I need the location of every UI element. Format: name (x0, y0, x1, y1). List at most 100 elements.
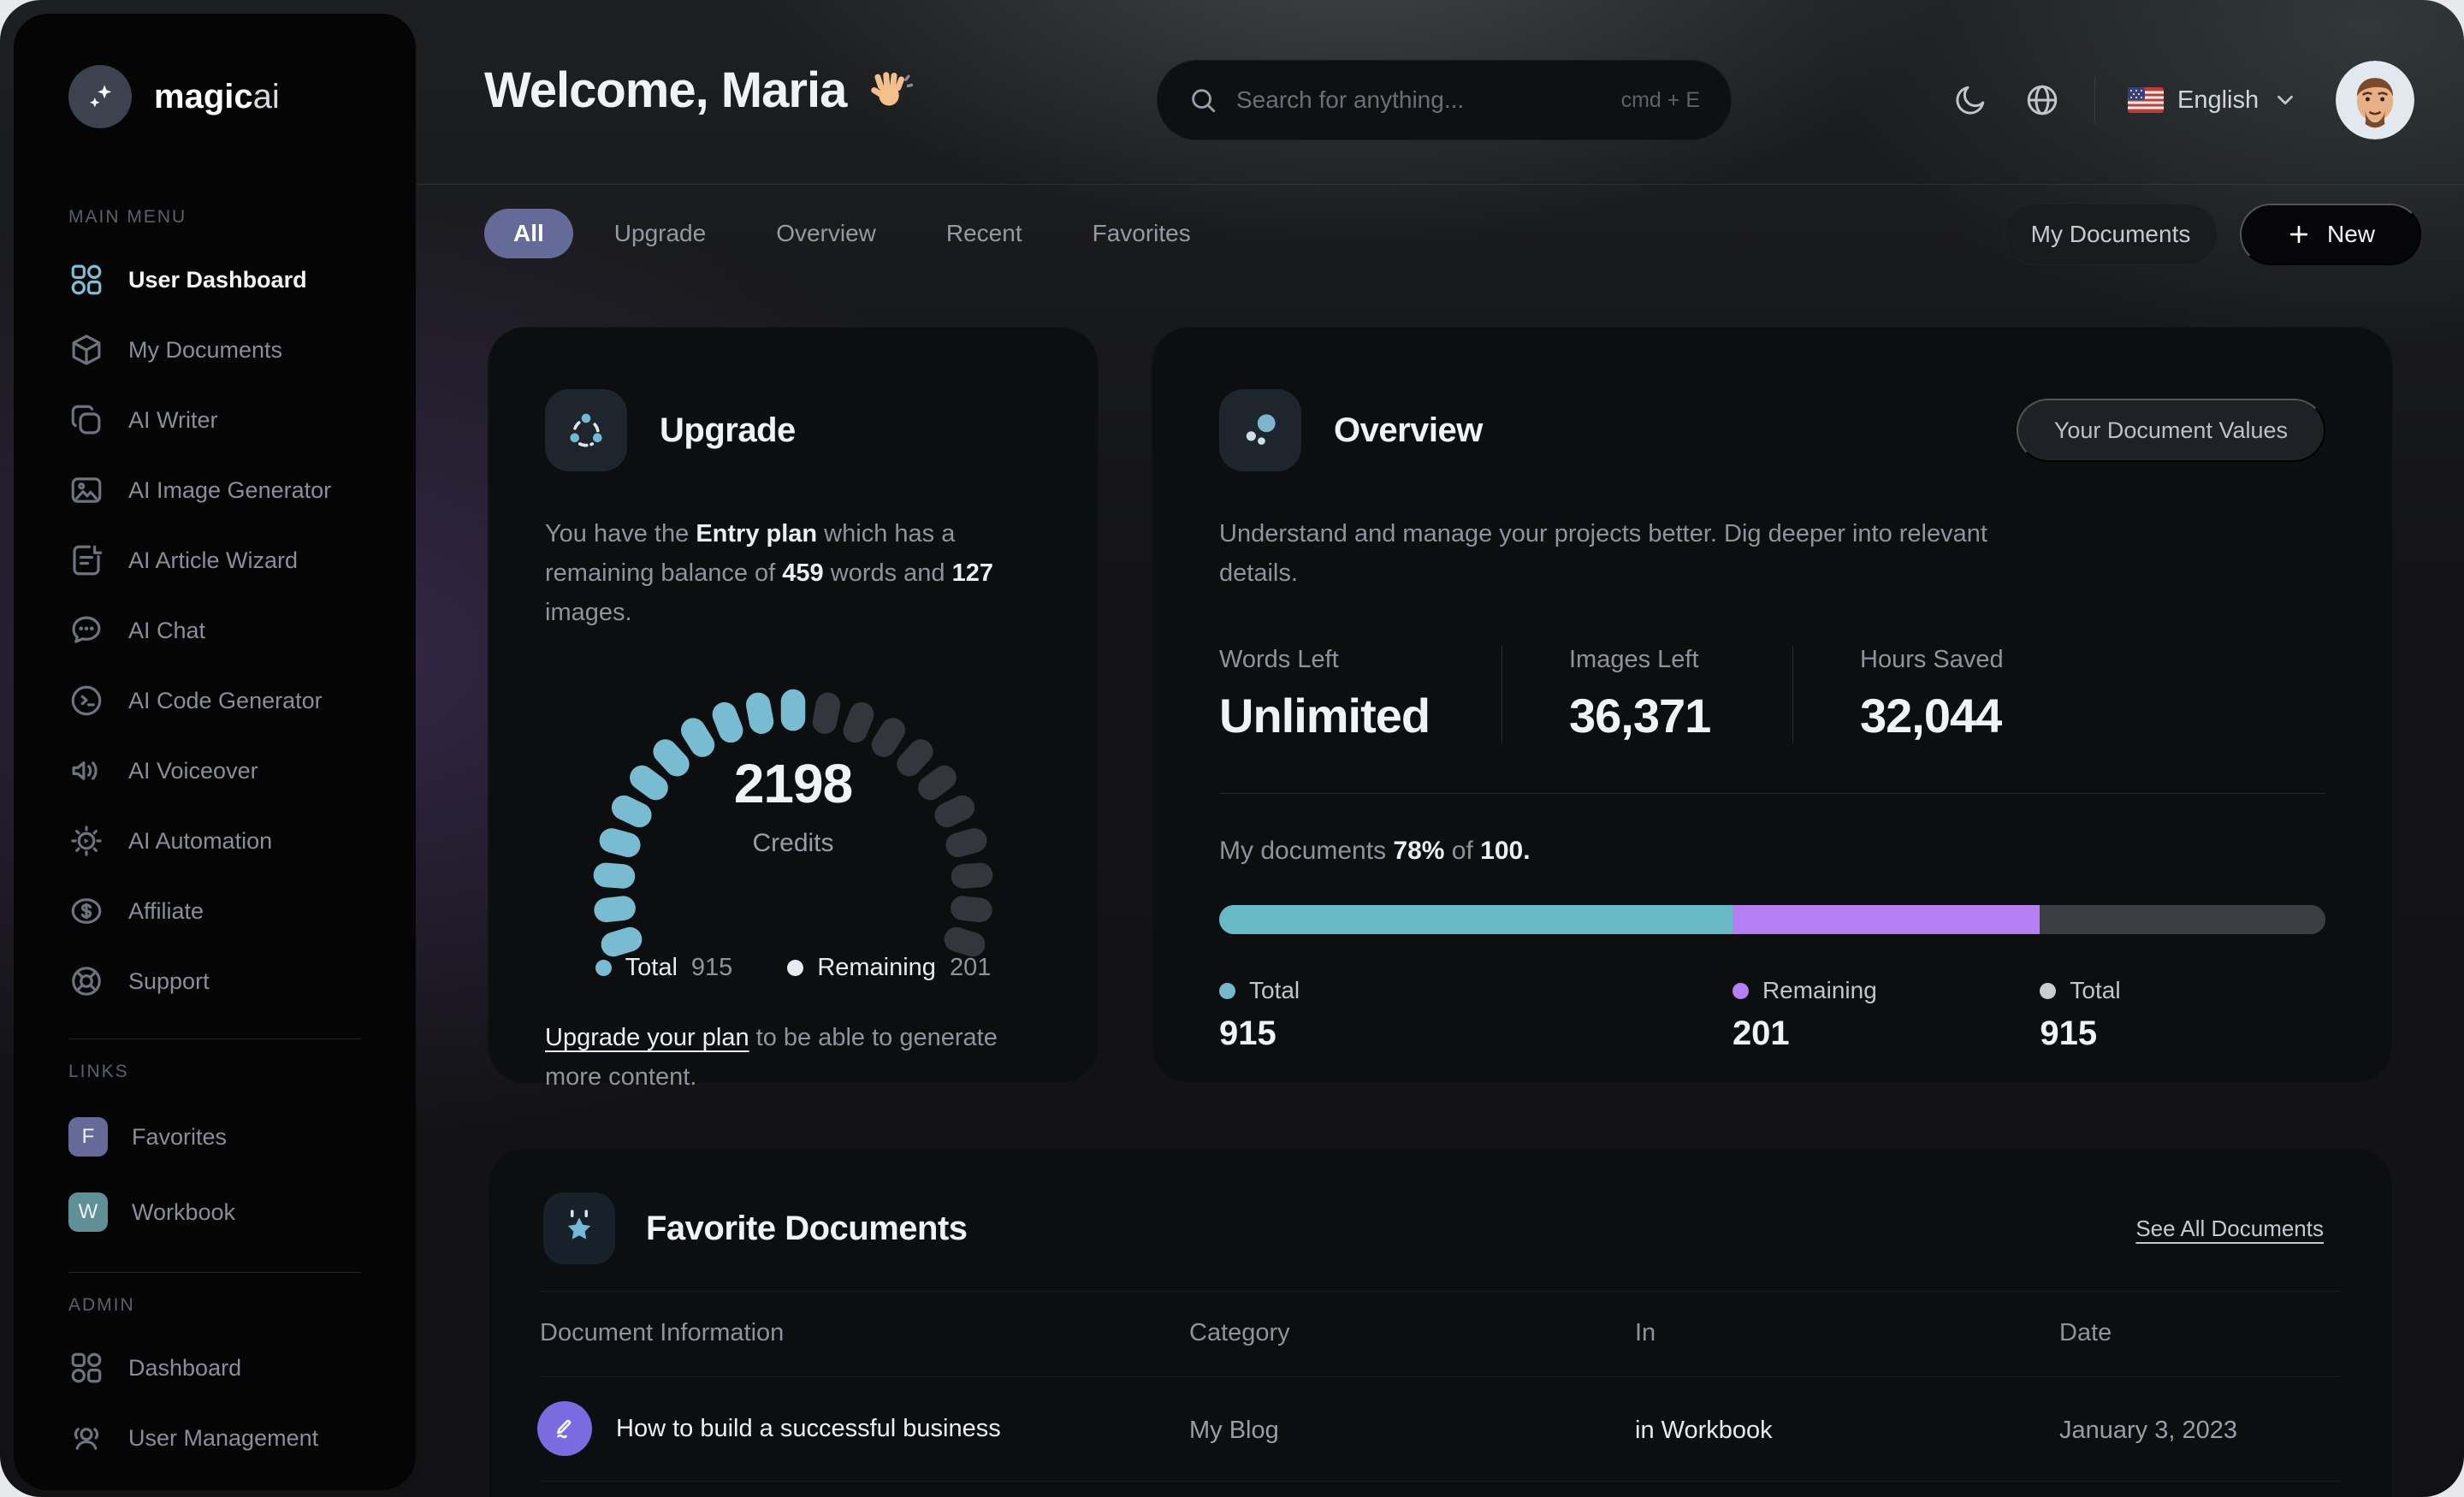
header-actions: English (1951, 60, 2415, 140)
app-window: magicai MAIN MENU User Dashboard My Docu… (0, 0, 2464, 1497)
sidebar-item-affiliate[interactable]: Affiliate (14, 876, 416, 946)
admin-menu: Dashboard User Management (14, 1333, 416, 1473)
upgrade-card: Upgrade You have the Entry plan which ha… (488, 327, 1099, 1091)
sidebar-item-my-documents[interactable]: My Documents (14, 315, 416, 385)
new-button[interactable]: New (2240, 204, 2421, 265)
sidebar-item-ai-writer[interactable]: AI Writer (14, 385, 416, 455)
upgrade-card-title: Upgrade (660, 411, 796, 449)
lifebuoy-icon (68, 963, 104, 999)
sidebar-item-ai-chat[interactable]: AI Chat (14, 595, 416, 666)
gear-play-icon (68, 823, 104, 859)
language-selector[interactable]: English (2128, 86, 2298, 115)
sidebar-divider (68, 1038, 361, 1039)
section-label-main-menu: MAIN MENU (68, 207, 187, 227)
us-flag-icon (2128, 87, 2164, 113)
search-shortcut: cmd + E (1620, 87, 1700, 112)
sidebar-item-support[interactable]: Support (14, 946, 416, 1016)
sidebar-item-favorites[interactable]: F Favorites (14, 1099, 416, 1175)
document-in: in Workbook (1635, 1417, 1773, 1444)
table-divider (540, 1376, 2341, 1377)
avatar[interactable] (2336, 61, 2415, 139)
globe-icon[interactable] (2023, 80, 2062, 120)
speaker-icon (68, 753, 104, 789)
stat-words-left: Words Left Unlimited (1219, 646, 1430, 743)
chevron-down-icon (2277, 95, 2293, 105)
column-category: Category (1189, 1319, 1290, 1346)
chat-bubble-icon (68, 612, 104, 648)
search-icon (1192, 89, 1216, 113)
overview-divider (1219, 793, 2325, 794)
filter-tabs: All Upgrade Overview Recent Favorites (484, 209, 1220, 258)
favorites-badge-icon: F (68, 1117, 108, 1157)
document-values-button[interactable]: Your Document Values (2016, 399, 2325, 462)
column-date: Date (2059, 1319, 2112, 1346)
main-menu: User Dashboard My Documents AI Writer AI… (14, 245, 416, 1016)
overview-card-title: Overview (1334, 411, 1483, 449)
tab-all[interactable]: All (484, 209, 573, 258)
document-pen-icon (537, 1401, 592, 1456)
sidebar-item-ai-article-wizard[interactable]: AI Article Wizard (14, 525, 416, 595)
toolbar-buttons: My Documents New (2004, 204, 2421, 265)
links-menu: F Favorites W Workbook (14, 1099, 416, 1250)
dashboard-grid-icon (68, 1350, 104, 1386)
overview-card: Overview Your Document Values Understand… (1152, 327, 2393, 1084)
sidebar-item-ai-code-generator[interactable]: AI Code Generator (14, 666, 416, 736)
credits-gauge: 2198 Credits (571, 653, 1016, 957)
sidebar-item-ai-image-generator[interactable]: AI Image Generator (14, 455, 416, 525)
tab-favorites[interactable]: Favorites (1063, 209, 1220, 258)
document-title: How to build a successful business (616, 1414, 1001, 1442)
sidebar-item-ai-voiceover[interactable]: AI Voiceover (14, 736, 416, 806)
wave-hand-icon (871, 71, 914, 105)
upgrade-plan-link[interactable]: Upgrade your plan (545, 1024, 749, 1051)
dashboard-grid-icon (68, 262, 104, 298)
terminal-icon (68, 683, 104, 719)
overview-description: Understand and manage your projects bett… (1219, 520, 1987, 587)
column-in: In (1635, 1319, 1656, 1346)
article-document-icon (68, 542, 104, 578)
overview-legend-total-2: Total 915 (2040, 977, 2121, 1052)
sidebar-divider (68, 1272, 361, 1273)
upgrade-plan-text: Upgrade your plan to be able to generate… (545, 1024, 998, 1091)
overview-stats: Words Left Unlimited Images Left 36,371 … (1219, 646, 2325, 743)
image-icon (68, 472, 104, 508)
sidebar-item-workbook[interactable]: W Workbook (14, 1175, 416, 1250)
dark-mode-moon-icon[interactable] (1951, 80, 1990, 120)
dollar-icon (68, 893, 104, 929)
header-divider-line (2094, 76, 2095, 124)
brand-logo-icon (68, 65, 132, 128)
users-icon (68, 1420, 104, 1456)
see-all-documents-link[interactable]: See All Documents (2135, 1216, 2324, 1242)
document-category: My Blog (1189, 1417, 1279, 1444)
global-search: cmd + E (1157, 60, 1732, 140)
credits-label: Credits (752, 829, 834, 857)
overview-legend-total-1: Total 915 (1219, 977, 1300, 1052)
my-documents-progress-text: My documents 78% of 100. (1219, 837, 1531, 865)
sidebar-item-user-dashboard[interactable]: User Dashboard (14, 245, 416, 315)
sidebar-item-ai-automation[interactable]: AI Automation (14, 806, 416, 876)
overview-legend: Total 915 Remaining 201 Total 915 (1219, 977, 2325, 1071)
tab-upgrade[interactable]: Upgrade (585, 209, 735, 258)
copy-pages-icon (68, 402, 104, 438)
my-documents-button[interactable]: My Documents (2004, 204, 2218, 265)
favorite-documents-title: Favorite Documents (646, 1209, 968, 1247)
table-row[interactable]: How to build a successful business My Bl… (489, 1401, 2392, 1470)
sidebar-item-admin-dashboard[interactable]: Dashboard (14, 1333, 416, 1403)
tab-recent[interactable]: Recent (917, 209, 1051, 258)
favorite-documents-card: Favorite Documents See All Documents Doc… (488, 1147, 2393, 1497)
page-title: Welcome, Maria (484, 62, 914, 119)
cube-icon (68, 332, 104, 368)
overview-legend-remaining: Remaining 201 (1732, 977, 1877, 1052)
brand[interactable]: magicai (14, 65, 416, 128)
stat-hours-saved: Hours Saved 32,044 (1792, 646, 2004, 743)
document-date: January 3, 2023 (2059, 1417, 2237, 1444)
tab-overview[interactable]: Overview (747, 209, 905, 258)
table-divider (540, 1291, 2341, 1292)
column-document-information: Document Information (540, 1319, 785, 1346)
stat-images-left: Images Left 36,371 (1502, 646, 1792, 743)
sidebar-item-user-management[interactable]: User Management (14, 1403, 416, 1473)
upgrade-card-icon (545, 389, 627, 471)
workbook-badge-icon: W (68, 1192, 108, 1232)
search-input[interactable] (1236, 86, 1602, 114)
section-label-links: LINKS (68, 1062, 129, 1081)
language-label: English (2177, 86, 2260, 114)
